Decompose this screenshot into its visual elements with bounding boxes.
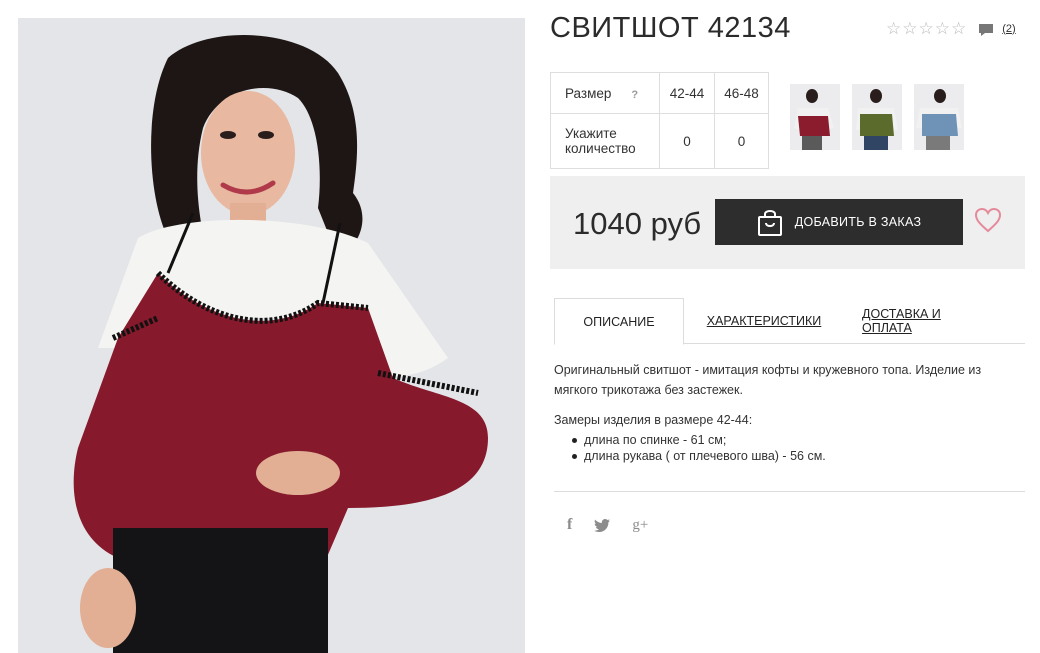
heart-icon[interactable] [974,207,1002,233]
description-text: Оригинальный свитшот - имитация кофты и … [554,363,982,397]
divider [554,491,1025,492]
shopping-bag-icon [757,210,782,236]
price: 1040 руб [573,206,702,241]
star-icon[interactable]: ☆ [935,20,950,37]
tab-delivery-payment[interactable]: ДОСТАВКА И ОПЛАТА [862,298,992,344]
tab-description[interactable]: ОПИСАНИЕ [554,298,684,345]
product-tabs: ОПИСАНИЕ ХАРАКТЕРИСТИКИ ДОСТАВКА И ОПЛАТ… [554,298,1025,345]
product-title: СВИТШОТ 42134 [550,12,791,44]
size-help-icon[interactable]: ? [631,89,638,101]
tab-characteristics[interactable]: ХАРАКТЕРИСТИКИ [704,298,824,344]
thumbnail-burgundy[interactable] [790,84,840,150]
quantity-input-46-48[interactable]: 0 [714,113,769,169]
size-option: 46-48 [714,72,769,114]
review-count-link[interactable]: (2) [1002,23,1015,35]
buy-box: 1040 руб ДОБАВИТЬ В ЗАКАЗ [550,176,1025,269]
size-label: Размер [565,85,612,101]
google-plus-icon[interactable]: g+ [632,517,648,534]
measurements-list: длина по спинке - 61 см; длина рукава ( … [554,432,1024,464]
size-quantity-table: Размер? 42-44 46-48 Укажите количество 0 … [550,72,769,169]
comment-icon[interactable] [978,23,994,37]
thumbnail-image [852,84,902,150]
quantity-input-42-44[interactable]: 0 [659,113,715,169]
quantity-label-cell: Укажите количество [550,113,660,169]
color-thumbnails [790,84,964,150]
social-share: f g+ [567,516,648,534]
facebook-icon[interactable]: f [567,516,572,534]
rating-block: ☆ ☆ ☆ ☆ ☆ (2) [886,20,1016,37]
quantity-label-line1: Укажите [565,126,617,141]
thumbnail-olive[interactable] [852,84,902,150]
measurement-item: длина по спинке - 61 см; [570,432,1024,448]
star-icon[interactable]: ☆ [919,20,934,37]
size-label-cell: Размер? [550,72,660,114]
description-panel: Оригинальный свитшот - имитация кофты и … [554,360,1024,464]
product-main-photo[interactable] [18,18,525,653]
star-icon[interactable]: ☆ [951,20,966,37]
measurements-title: Замеры изделия в размере 42-44: [554,413,753,427]
thumbnail-image [790,84,840,150]
star-icon[interactable]: ☆ [902,20,917,37]
add-to-order-label: ДОБАВИТЬ В ЗАКАЗ [794,215,922,229]
add-to-order-button[interactable]: ДОБАВИТЬ В ЗАКАЗ [715,199,963,245]
thumbnail-blue[interactable] [914,84,964,150]
measurement-item: длина рукава ( от плечевого шва) - 56 см… [570,448,1024,464]
size-option: 42-44 [659,72,715,114]
quantity-label-line2: количество [565,141,636,156]
thumbnail-image [914,84,964,150]
rating-stars[interactable]: ☆ ☆ ☆ ☆ ☆ [886,20,966,37]
twitter-icon[interactable] [594,518,611,532]
star-icon[interactable]: ☆ [886,20,901,37]
product-photo-illustration [18,18,525,653]
